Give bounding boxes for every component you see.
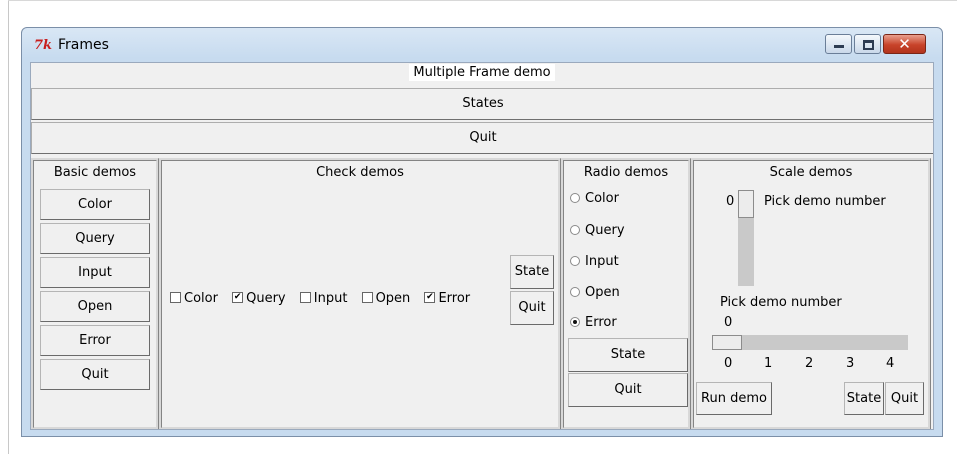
basic-demos-title: Basic demos xyxy=(53,165,137,180)
states-button[interactable]: States xyxy=(31,88,933,120)
maximize-icon xyxy=(863,40,874,50)
checkbox[interactable] xyxy=(170,292,181,303)
check-row: Color ✔ Query Input Open ✔ Error xyxy=(170,291,480,306)
close-icon: ✕ xyxy=(898,35,911,53)
radio-button-selected[interactable] xyxy=(570,316,580,327)
scale-tick-label: 0 xyxy=(724,356,733,371)
scale-tick-label: 2 xyxy=(805,356,814,371)
basic-demos-frame: Basic demos Color Query Input Open Error… xyxy=(31,158,159,429)
radio-query[interactable]: Query xyxy=(570,223,625,238)
radio-button[interactable] xyxy=(570,255,580,266)
horizontal-scale-label: Pick demo number xyxy=(720,295,842,310)
check-query[interactable]: ✔ Query xyxy=(232,291,286,306)
checkbox-checked[interactable]: ✔ xyxy=(424,292,436,303)
minimize-icon xyxy=(834,45,844,48)
run-demo-button[interactable]: Run demo xyxy=(696,382,772,415)
radio-demos-frame: Radio demos Color Query Input Open Error… xyxy=(561,158,691,429)
vertical-scale-label: Pick demo number xyxy=(764,194,886,209)
frames-window: 7k Frames ✕ Multiple Frame demo States Q… xyxy=(21,27,943,437)
basic-quit-button[interactable]: Quit xyxy=(40,359,150,390)
radio-color[interactable]: Color xyxy=(570,191,619,206)
radio-error[interactable]: Error xyxy=(570,315,617,330)
check-state-button[interactable]: State xyxy=(510,255,554,289)
quit-button[interactable]: Quit xyxy=(31,122,933,154)
maximize-button[interactable] xyxy=(854,34,881,54)
check-open[interactable]: Open xyxy=(361,291,410,306)
radio-state-button[interactable]: State xyxy=(568,338,688,372)
checkbox[interactable] xyxy=(299,292,311,303)
title-bar[interactable]: 7k Frames ✕ xyxy=(22,28,942,62)
basic-query-button[interactable]: Query xyxy=(40,223,150,254)
horizontal-scale-value: 0 xyxy=(724,315,733,330)
scale-tick-label: 1 xyxy=(764,356,773,371)
radio-button[interactable] xyxy=(570,286,580,297)
checkbox-checked[interactable]: ✔ xyxy=(232,292,244,303)
radio-input[interactable]: Input xyxy=(570,254,619,269)
radio-button[interactable] xyxy=(570,224,580,235)
checkbox[interactable] xyxy=(361,292,373,303)
tk-feather-icon: 7k xyxy=(34,38,53,53)
basic-color-button[interactable]: Color xyxy=(40,189,150,220)
check-input[interactable]: Input xyxy=(299,291,347,306)
horizontal-scale-thumb[interactable] xyxy=(712,335,742,350)
vertical-scale-thumb[interactable] xyxy=(738,190,754,218)
scale-demos-title: Scale demos xyxy=(769,165,853,180)
minimize-button[interactable] xyxy=(825,34,852,54)
radio-quit-button[interactable]: Quit xyxy=(568,373,688,407)
basic-open-button[interactable]: Open xyxy=(40,291,150,322)
scale-quit-button[interactable]: Quit xyxy=(885,382,924,415)
check-error[interactable]: ✔ Error xyxy=(424,291,470,306)
basic-error-button[interactable]: Error xyxy=(40,325,150,356)
scale-tick-label: 3 xyxy=(846,356,855,371)
vertical-scale-value: 0 xyxy=(726,194,735,209)
check-demos-title: Check demos xyxy=(316,165,404,180)
check-demos-frame: Check demos Color ✔ Query Input Open ✔ Err… xyxy=(159,158,561,429)
scale-tick-label: 4 xyxy=(886,356,895,371)
background-rule xyxy=(8,0,957,1)
scale-state-button[interactable]: State xyxy=(844,382,884,415)
background-rule xyxy=(8,0,9,454)
check-quit-button[interactable]: Quit xyxy=(510,291,554,325)
close-button[interactable]: ✕ xyxy=(883,34,926,54)
client-area: Multiple Frame demo States Quit Basic de… xyxy=(30,62,934,430)
window-title: Frames xyxy=(58,37,109,53)
basic-input-button[interactable]: Input xyxy=(40,257,150,288)
radio-button[interactable] xyxy=(570,192,580,203)
demo-header-label: Multiple Frame demo xyxy=(31,64,933,81)
scale-demos-frame: Scale demos 0 Pick demo number Pick demo… xyxy=(691,158,931,429)
check-color[interactable]: Color xyxy=(170,291,218,306)
radio-demos-title: Radio demos xyxy=(583,165,669,180)
radio-open[interactable]: Open xyxy=(570,285,620,300)
